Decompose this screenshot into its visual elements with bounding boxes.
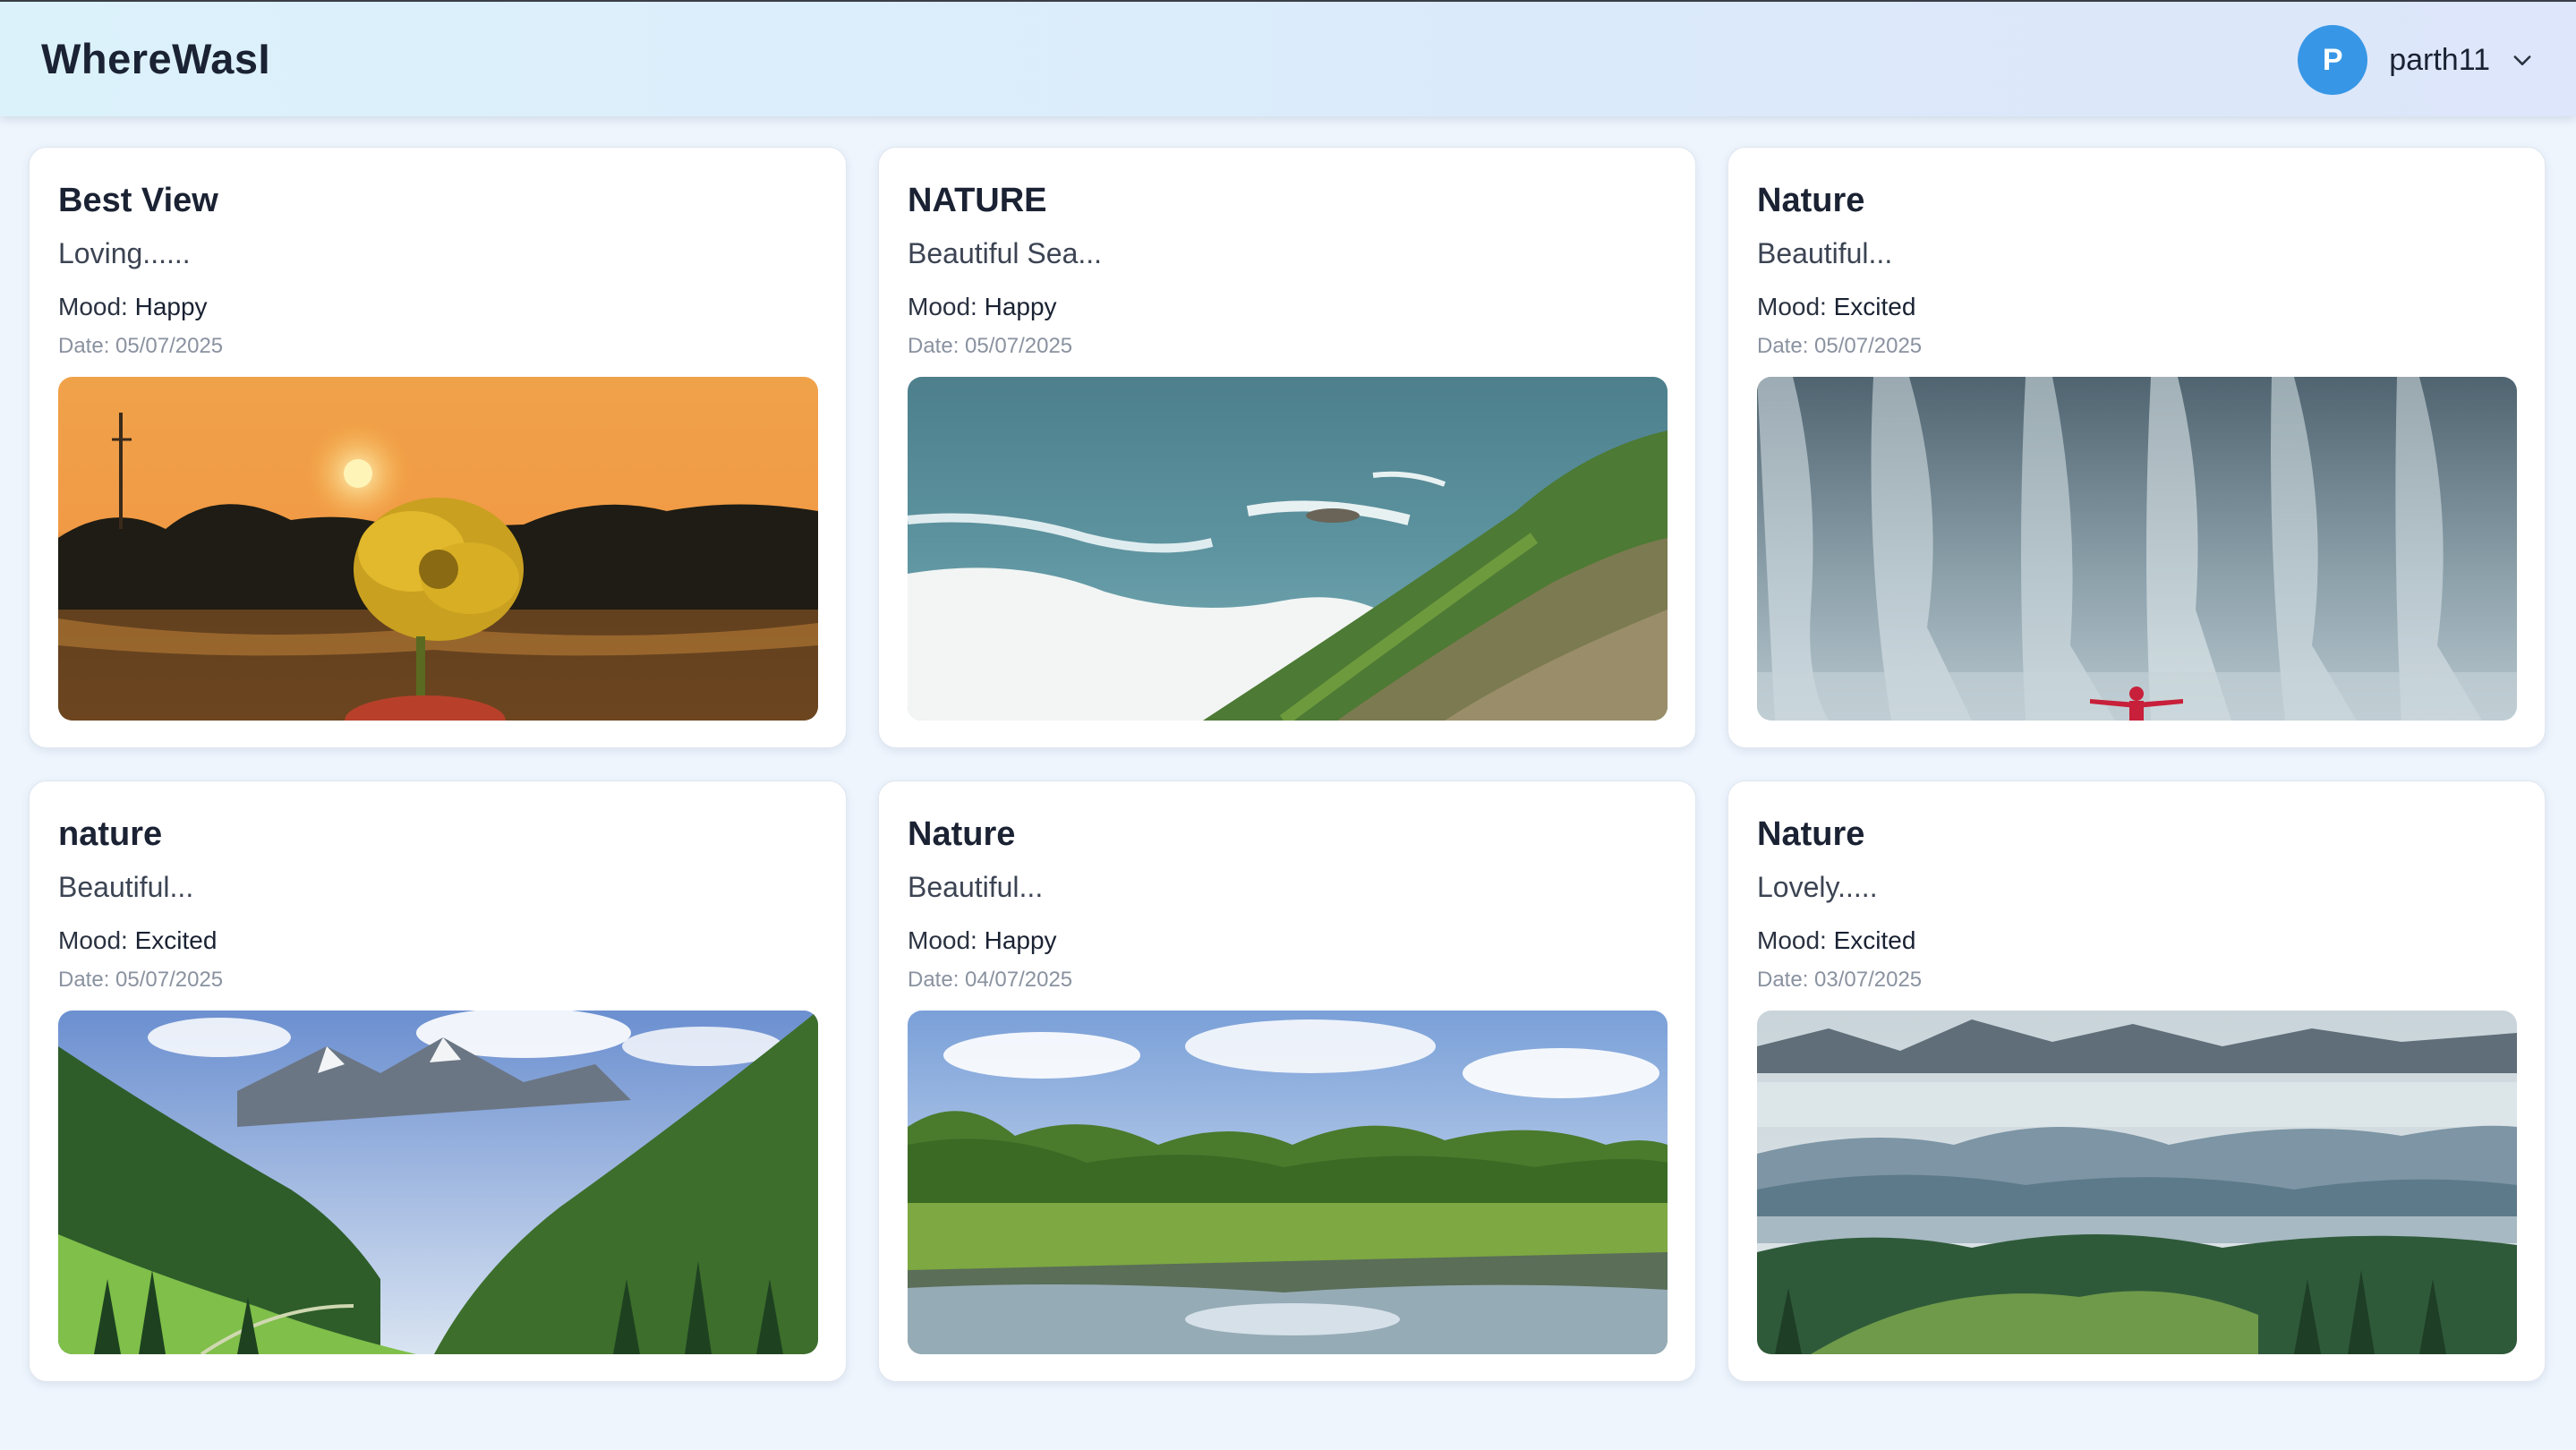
entry-title: NATURE <box>908 182 1047 219</box>
avatar[interactable]: P <box>2298 25 2368 95</box>
date-value: 04/07/2025 <box>965 968 1073 992</box>
entry-title: nature <box>58 815 163 853</box>
entry-description: Beautiful... <box>58 871 194 903</box>
entry-card[interactable]: Nature Beautiful... Mood: Happy Date: 04… <box>878 780 1696 1382</box>
mood-value: Happy <box>984 926 1057 954</box>
entry-date: Date: 03/07/2025 <box>1757 968 1922 993</box>
entry-date: Date: 05/07/2025 <box>908 334 1072 359</box>
date-label: Date: <box>908 334 966 358</box>
entry-mood: Mood: Happy <box>908 293 1057 321</box>
sunset-flower-photo[interactable] <box>58 377 818 721</box>
date-value: 03/07/2025 <box>1814 968 1923 992</box>
date-label: Date: <box>908 968 966 992</box>
mood-value: Excited <box>134 926 218 954</box>
entry-card[interactable]: Best View Loving...... Mood: Happy Date:… <box>29 147 847 748</box>
entry-description: Lovely..... <box>1757 871 1878 903</box>
entry-mood: Mood: Happy <box>908 926 1057 955</box>
entry-title: Nature <box>908 815 1016 853</box>
entry-date: Date: 05/07/2025 <box>58 968 223 993</box>
entry-date: Date: 04/07/2025 <box>908 968 1072 993</box>
date-value: 05/07/2025 <box>115 968 224 992</box>
date-label: Date: <box>1757 334 1815 358</box>
mood-value: Happy <box>134 293 208 320</box>
mood-label: Mood: <box>58 926 135 954</box>
entry-date: Date: 05/07/2025 <box>1757 334 1922 359</box>
sea-cliff-photo[interactable] <box>908 377 1668 721</box>
entry-title: Nature <box>1757 815 1865 853</box>
entry-mood: Mood: Excited <box>1757 926 1915 955</box>
mood-label: Mood: <box>908 293 985 320</box>
meadow-pond-photo[interactable] <box>908 1011 1668 1354</box>
entry-card[interactable]: Nature Beautiful... Mood: Excited Date: … <box>1727 147 2546 748</box>
entry-card[interactable]: NATURE Beautiful Sea... Mood: Happy Date… <box>878 147 1696 748</box>
entry-description: Beautiful... <box>908 871 1044 903</box>
entry-date: Date: 05/07/2025 <box>58 334 223 359</box>
date-label: Date: <box>58 334 116 358</box>
mood-label: Mood: <box>1757 926 1834 954</box>
mood-label: Mood: <box>908 926 985 954</box>
date-value: 05/07/2025 <box>1814 334 1923 358</box>
chevron-down-icon <box>2513 55 2531 65</box>
entry-title: Nature <box>1757 182 1865 219</box>
misty-hills-photo[interactable] <box>1757 1011 2517 1354</box>
entry-title: Best View <box>58 182 218 219</box>
mood-label: Mood: <box>58 293 135 320</box>
mood-value: Excited <box>1833 926 1916 954</box>
mountain-valley-photo[interactable] <box>58 1011 818 1354</box>
user-menu-button[interactable]: P parth11 <box>2298 25 2535 95</box>
entry-card[interactable]: nature Beautiful... Mood: Excited Date: … <box>29 780 847 1382</box>
entry-description: Beautiful... <box>1757 237 1893 269</box>
waterfall-photo[interactable] <box>1757 377 2517 721</box>
date-label: Date: <box>58 968 116 992</box>
mood-value: Happy <box>984 293 1057 320</box>
entry-card[interactable]: Nature Lovely..... Mood: Excited Date: 0… <box>1727 780 2546 1382</box>
date-value: 05/07/2025 <box>115 334 224 358</box>
entry-mood: Mood: Happy <box>58 293 208 321</box>
mood-label: Mood: <box>1757 293 1834 320</box>
date-label: Date: <box>1757 968 1815 992</box>
app-logo[interactable]: WhereWasI <box>41 34 270 83</box>
entry-description: Loving...... <box>58 237 191 269</box>
app-header: WhereWasI P parth11 <box>0 0 2576 116</box>
entry-description: Beautiful Sea... <box>908 237 1103 269</box>
date-value: 05/07/2025 <box>965 334 1073 358</box>
username-label: parth11 <box>2389 42 2490 77</box>
entry-mood: Mood: Excited <box>58 926 217 955</box>
entry-mood: Mood: Excited <box>1757 293 1915 321</box>
mood-value: Excited <box>1833 293 1916 320</box>
